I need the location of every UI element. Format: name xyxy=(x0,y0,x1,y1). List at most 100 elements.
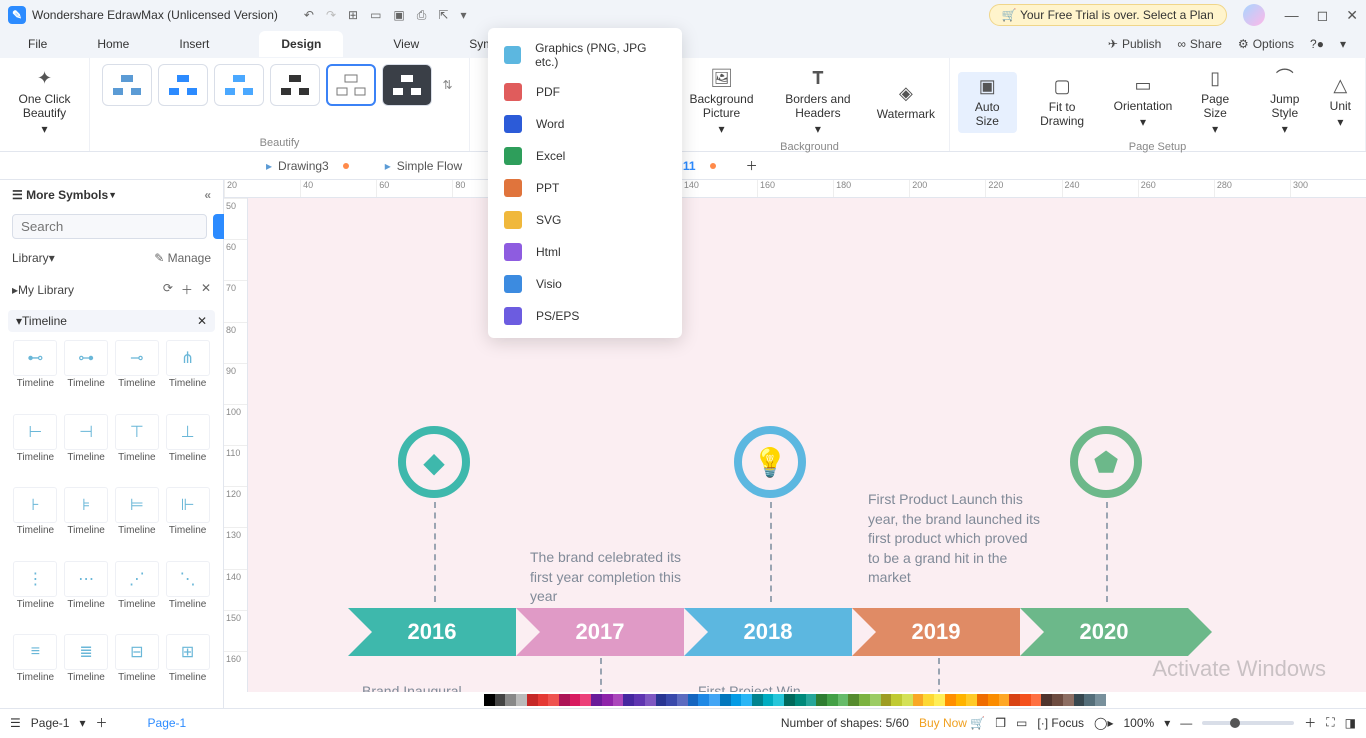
color-swatch[interactable] xyxy=(870,694,881,706)
color-swatch[interactable] xyxy=(623,694,634,706)
page-selector[interactable]: Page-1 ▾ xyxy=(31,716,86,730)
accordion-close-icon[interactable]: ✕ xyxy=(197,314,207,328)
color-swatch[interactable] xyxy=(773,694,784,706)
export-word[interactable]: Word xyxy=(488,108,682,140)
qat-more-icon[interactable]: ▾ xyxy=(460,8,466,23)
color-swatch[interactable] xyxy=(902,694,913,706)
text-2018[interactable]: First Project WinThe brand got its first… xyxy=(698,682,873,692)
symbol-item[interactable]: ≣Timeline xyxy=(63,634,110,704)
color-swatch[interactable] xyxy=(656,694,667,706)
symbol-item[interactable]: ⋰Timeline xyxy=(114,561,161,631)
symbol-item[interactable]: ⊣Timeline xyxy=(63,414,110,484)
color-swatch[interactable] xyxy=(956,694,967,706)
menu-file[interactable]: File xyxy=(28,37,47,51)
export-ps-eps[interactable]: PS/EPS xyxy=(488,300,682,332)
color-swatch[interactable] xyxy=(827,694,838,706)
new-icon[interactable]: ⊞ xyxy=(348,8,358,23)
color-swatch[interactable] xyxy=(988,694,999,706)
color-swatch[interactable] xyxy=(591,694,602,706)
color-swatch[interactable] xyxy=(795,694,806,706)
text-2016[interactable]: Brand InauguralThe brand was inaugurated… xyxy=(362,682,537,692)
symbol-item[interactable]: ⊩Timeline xyxy=(164,487,211,557)
color-swatch[interactable] xyxy=(720,694,731,706)
symbol-item[interactable]: ⊧Timeline xyxy=(63,487,110,557)
color-swatch[interactable] xyxy=(945,694,956,706)
export-graphics-png-jpg-etc-[interactable]: Graphics (PNG, JPG etc.) xyxy=(488,34,682,76)
buy-now[interactable]: Buy Now 🛒 xyxy=(919,716,985,730)
add-page-icon[interactable]: ＋ xyxy=(96,714,108,731)
lib-add-icon[interactable]: ＋ xyxy=(181,281,193,298)
symbol-item[interactable]: ⊨Timeline xyxy=(114,487,161,557)
text-2019[interactable]: First Product Launch this year, the bran… xyxy=(868,490,1043,588)
color-swatch[interactable] xyxy=(1084,694,1095,706)
color-swatch[interactable] xyxy=(806,694,817,706)
publish-button[interactable]: ✈ Publish xyxy=(1108,37,1161,51)
color-swatch[interactable] xyxy=(570,694,581,706)
doc-tab[interactable]: ▸ Drawing3 xyxy=(248,152,367,179)
manage-link[interactable]: ✎ Manage xyxy=(154,251,211,265)
avatar[interactable] xyxy=(1243,4,1265,26)
color-swatch[interactable] xyxy=(859,694,870,706)
color-swatch[interactable] xyxy=(913,694,924,706)
color-swatch[interactable] xyxy=(763,694,774,706)
panel-icon[interactable]: ◨ xyxy=(1345,716,1356,730)
timeline-accordion[interactable]: Timeline xyxy=(22,314,67,328)
export-visio[interactable]: Visio xyxy=(488,268,682,300)
text-2017[interactable]: The brand celebrated its first year comp… xyxy=(530,548,705,607)
layers-icon[interactable]: ❒ xyxy=(995,716,1006,730)
arrow-2020[interactable]: 2020 xyxy=(1020,608,1188,656)
color-swatch[interactable] xyxy=(816,694,827,706)
symbol-item[interactable]: ⋮Timeline xyxy=(12,561,59,631)
color-swatch[interactable] xyxy=(999,694,1010,706)
lib-refresh-icon[interactable]: ⟳ xyxy=(163,281,173,298)
symbol-item[interactable]: ⊤Timeline xyxy=(114,414,161,484)
jump-style[interactable]: ⌒Jump Style ▾ xyxy=(1252,64,1318,141)
undo-icon[interactable]: ↶ xyxy=(304,8,314,23)
color-swatch[interactable] xyxy=(527,694,538,706)
doc-tab[interactable]: ▸ Simple Flow xyxy=(367,152,480,179)
help-icon[interactable]: ?● xyxy=(1310,37,1324,51)
style-more-icon[interactable]: ⇅ xyxy=(438,78,456,92)
color-swatch[interactable] xyxy=(484,694,495,706)
redo-icon[interactable]: ↷ xyxy=(326,8,336,23)
print-icon[interactable]: ⎙ xyxy=(417,8,427,23)
canvas[interactable]: ◆ 💡 ⬟ The brand celebrated its first yea… xyxy=(248,198,1366,692)
export-excel[interactable]: Excel xyxy=(488,140,682,172)
orientation[interactable]: ▭Orientation ▾ xyxy=(1108,71,1179,133)
style-1[interactable] xyxy=(102,64,152,106)
style-6[interactable] xyxy=(382,64,432,106)
zoom-slider[interactable] xyxy=(1202,721,1294,725)
color-swatch[interactable] xyxy=(1031,694,1042,706)
icon-2016[interactable]: ◆ xyxy=(398,426,470,498)
color-swatch[interactable] xyxy=(698,694,709,706)
color-swatch[interactable] xyxy=(709,694,720,706)
add-tab-icon[interactable]: ＋ xyxy=(734,157,770,174)
export-icon[interactable]: ⇱ xyxy=(438,8,448,23)
fit-drawing[interactable]: ▢Fit to Drawing xyxy=(1023,72,1102,132)
export-ppt[interactable]: PPT xyxy=(488,172,682,204)
symbol-item[interactable]: ⊷Timeline xyxy=(12,340,59,410)
hamburger-icon[interactable]: ☰ xyxy=(12,188,23,202)
more-symbols[interactable]: More Symbols xyxy=(26,188,108,202)
color-swatch[interactable] xyxy=(645,694,656,706)
color-swatch[interactable] xyxy=(934,694,945,706)
color-swatch[interactable] xyxy=(923,694,934,706)
watermark[interactable]: ◈Watermark xyxy=(871,79,941,125)
menu-home[interactable]: Home xyxy=(97,37,129,51)
fullscreen-icon[interactable]: ⛶ xyxy=(1326,715,1334,730)
library-dropdown[interactable]: Library xyxy=(12,251,49,265)
trial-banner[interactable]: 🛒 Your Free Trial is over. Select a Plan xyxy=(989,4,1227,26)
color-swatch[interactable] xyxy=(752,694,763,706)
focus-button[interactable]: [·] Focus xyxy=(1037,716,1084,730)
unit[interactable]: △Unit ▾ xyxy=(1324,71,1357,133)
color-swatch[interactable] xyxy=(1020,694,1031,706)
style-5[interactable] xyxy=(326,64,376,106)
options-button[interactable]: ⚙ Options xyxy=(1238,37,1294,51)
color-swatch[interactable] xyxy=(1095,694,1106,706)
outline-icon[interactable]: ☰ xyxy=(10,716,21,730)
style-3[interactable] xyxy=(214,64,264,106)
color-swatch[interactable] xyxy=(784,694,795,706)
export-svg[interactable]: SVG xyxy=(488,204,682,236)
color-swatch[interactable] xyxy=(977,694,988,706)
zoom-fit-icon[interactable]: ◯▸ xyxy=(1094,716,1113,730)
